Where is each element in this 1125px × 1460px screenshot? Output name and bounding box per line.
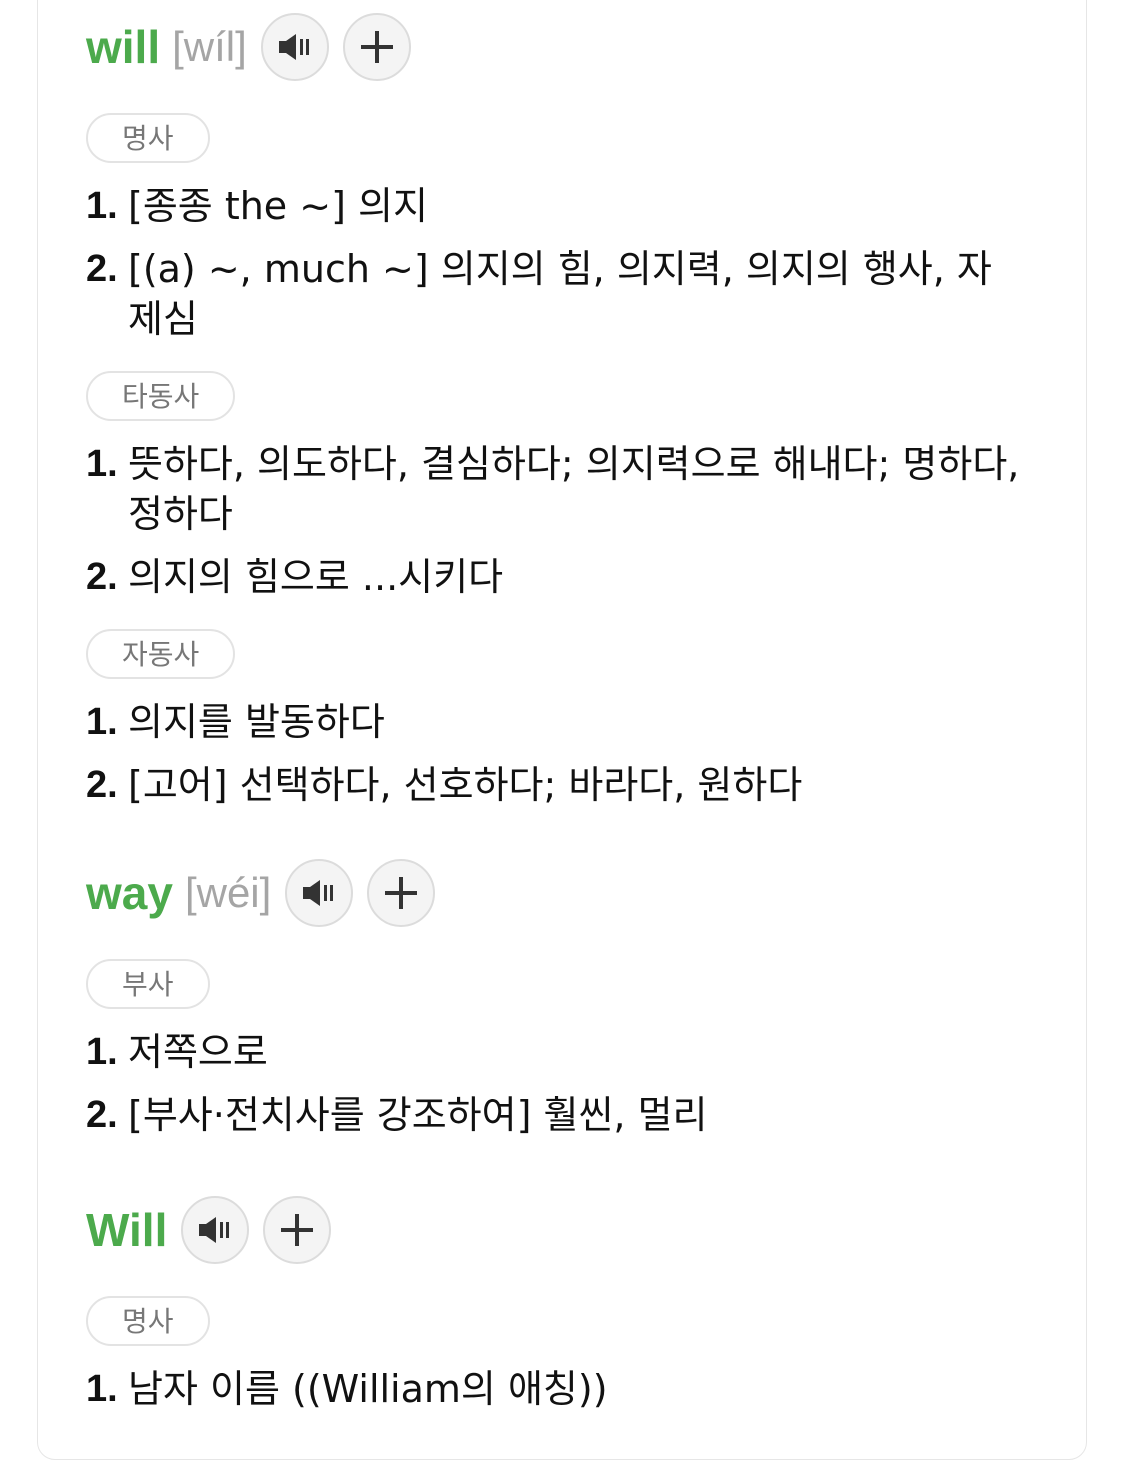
entry-will: will [wíl] 명사 1. [종종 the ~] 의지 2. [(a) ~… <box>86 11 1026 823</box>
speaker-icon <box>278 34 309 60</box>
definition-number: 1. <box>86 1368 118 1410</box>
definition-text: [부사·전치사를 강조하여] 훨씬, 멀리 <box>128 1093 708 1137</box>
entry-way: way [wéi] 부사 1. 저쪽으로 2. [부사·전치사를 강조하여] 훨… <box>86 857 1026 1153</box>
headword[interactable]: way <box>86 866 173 920</box>
definition-number: 1. <box>86 701 118 743</box>
definition-text: 의지를 발동하다 <box>128 700 385 744</box>
definition-list: 1. [종종 the ~] 의지 2. [(a) ~, much ~] 의지의 … <box>86 181 1026 344</box>
definition-list: 1. 저쪽으로 2. [부사·전치사를 강조하여] 훨씬, 멀리 <box>86 1027 1026 1140</box>
pronounce-button[interactable] <box>181 1196 250 1264</box>
definition-item: 2. 의지의 힘으로 ...시키다 <box>86 552 1026 602</box>
definition-text: 남자 이름 ((William의 애칭)) <box>128 1367 608 1411</box>
definition-number: 1. <box>86 185 118 227</box>
headword[interactable]: Will <box>86 1203 167 1257</box>
entry-Will: Will 명사 1. 남자 이름 ((William의 애칭)) <box>86 1194 1026 1427</box>
definition-number: 2. <box>86 1094 118 1136</box>
definition-item: 2. [(a) ~, much ~] 의지의 힘, 의지력, 의지의 행사, 자… <box>86 244 1026 344</box>
definition-number: 1. <box>86 1031 118 1073</box>
phonetic: [wíl] <box>172 23 247 70</box>
entry-header: will [wíl] <box>86 11 1026 83</box>
definition-item: 1. 저쪽으로 <box>86 1027 1026 1077</box>
definition-list: 1. 뜻하다, 의도하다, 결심하다; 의지력으로 해내다; 명하다, 정하다 … <box>86 439 1026 602</box>
part-of-speech-badge: 명사 <box>86 1296 210 1346</box>
definition-list: 1. 의지를 발동하다 2. [고어] 선택하다, 선호하다; 바라다, 원하다 <box>86 697 1026 810</box>
definition-item: 2. [부사·전치사를 강조하여] 훨씬, 멀리 <box>86 1090 1026 1140</box>
speaker-icon <box>199 1217 230 1243</box>
definition-item: 1. 남자 이름 ((William의 애칭)) <box>86 1364 1026 1414</box>
add-to-wordbook-button[interactable] <box>367 859 436 927</box>
plus-icon <box>385 877 418 909</box>
definition-text: 저쪽으로 <box>128 1030 268 1074</box>
definition-number: 2. <box>86 764 118 806</box>
definition-text: [종종 the ~] 의지 <box>128 184 428 228</box>
definition-number: 2. <box>86 556 118 598</box>
definition-list: 1. 남자 이름 ((William의 애칭)) <box>86 1364 1026 1414</box>
add-to-wordbook-button[interactable] <box>263 1196 332 1264</box>
definition-text: [(a) ~, much ~] 의지의 힘, 의지력, 의지의 행사, 자제심 <box>128 247 992 341</box>
definition-text: [고어] 선택하다, 선호하다; 바라다, 원하다 <box>128 763 803 807</box>
definition-text: 뜻하다, 의도하다, 결심하다; 의지력으로 해내다; 명하다, 정하다 <box>128 442 1020 536</box>
part-of-speech-badge: 부사 <box>86 959 210 1009</box>
plus-icon <box>360 31 393 63</box>
part-of-speech-badge: 명사 <box>86 113 210 163</box>
speaker-icon <box>303 880 334 906</box>
definition-number: 1. <box>86 443 118 485</box>
definition-text: 의지의 힘으로 ...시키다 <box>128 555 504 599</box>
entry-header: Will <box>86 1194 1026 1266</box>
entry-header: way [wéi] <box>86 857 1026 929</box>
part-of-speech-badge: 타동사 <box>86 371 236 421</box>
part-of-speech-badge: 자동사 <box>86 629 236 679</box>
definition-item: 2. [고어] 선택하다, 선호하다; 바라다, 원하다 <box>86 760 1026 810</box>
definition-number: 2. <box>86 248 118 290</box>
plus-icon <box>281 1214 314 1246</box>
headword[interactable]: will <box>86 20 160 74</box>
pronounce-button[interactable] <box>260 13 329 81</box>
phonetic: [wéi] <box>184 869 272 916</box>
definition-item: 1. 의지를 발동하다 <box>86 697 1026 747</box>
add-to-wordbook-button[interactable] <box>342 13 411 81</box>
definition-item: 1. 뜻하다, 의도하다, 결심하다; 의지력으로 해내다; 명하다, 정하다 <box>86 439 1026 539</box>
pronounce-button[interactable] <box>285 859 354 927</box>
definition-item: 1. [종종 the ~] 의지 <box>86 181 1026 231</box>
